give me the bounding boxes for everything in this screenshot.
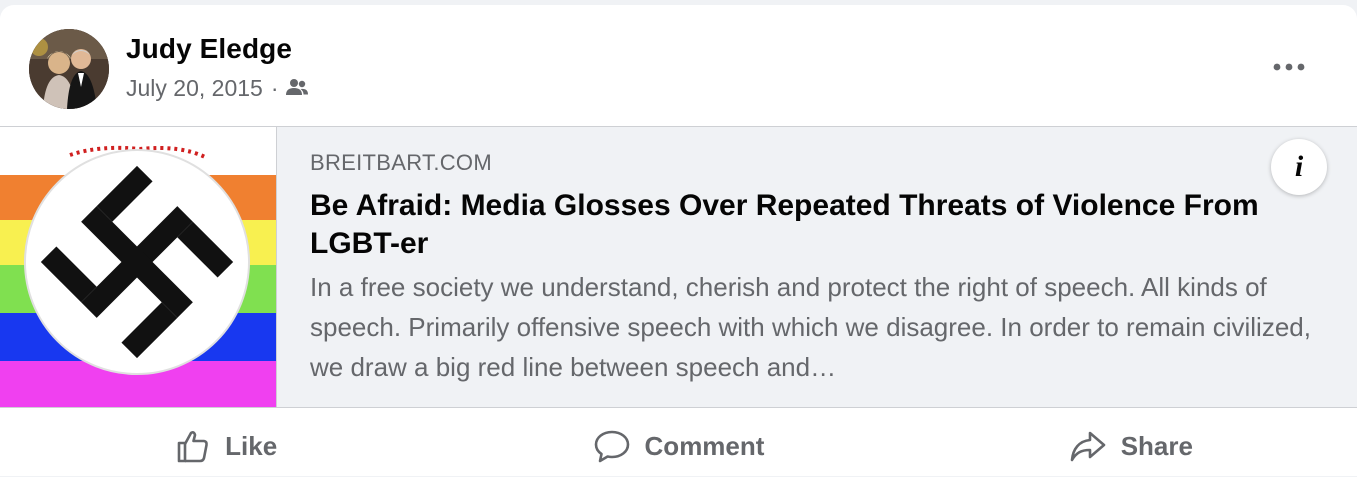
comment-label: Comment bbox=[644, 430, 765, 461]
share-label: Share bbox=[1120, 430, 1193, 461]
like-label: Like bbox=[225, 430, 278, 461]
share-icon bbox=[1070, 431, 1105, 462]
post-date[interactable]: July 20, 2015 bbox=[126, 75, 263, 102]
avatar-photo bbox=[29, 29, 109, 109]
friends-icon bbox=[285, 75, 309, 102]
author-name[interactable]: Judy Eledge bbox=[126, 33, 292, 65]
author-avatar[interactable] bbox=[29, 29, 109, 109]
thumbs-up-icon bbox=[177, 431, 209, 463]
comment-icon bbox=[594, 430, 629, 463]
link-headline[interactable]: Be Afraid: Media Glosses Over Repeated T… bbox=[310, 187, 1330, 263]
like-button[interactable]: Like bbox=[0, 415, 452, 477]
info-button[interactable]: i bbox=[1271, 139, 1327, 195]
post-meta: July 20, 2015 · bbox=[126, 75, 309, 102]
link-thumbnail bbox=[0, 127, 277, 407]
more-options-button[interactable] bbox=[1267, 45, 1311, 89]
link-text: BREITBART.COM Be Afraid: Media Glosses O… bbox=[310, 149, 1330, 387]
link-preview[interactable]: BREITBART.COM Be Afraid: Media Glosses O… bbox=[0, 126, 1357, 408]
more-options-icon bbox=[1273, 63, 1305, 71]
comment-button[interactable]: Comment bbox=[452, 415, 904, 477]
meta-separator: · bbox=[270, 75, 279, 101]
post-actions: Like Comment Share bbox=[0, 415, 1357, 477]
info-icon: i bbox=[1294, 150, 1304, 183]
link-description: In a free society we understand, cherish… bbox=[310, 272, 1311, 382]
post-card: Judy Eledge July 20, 2015 · BREITBART.CO… bbox=[0, 5, 1357, 476]
rainbow-swastika-image bbox=[0, 127, 276, 407]
link-domain: BREITBART.COM bbox=[310, 150, 492, 175]
share-button[interactable]: Share bbox=[905, 415, 1357, 477]
